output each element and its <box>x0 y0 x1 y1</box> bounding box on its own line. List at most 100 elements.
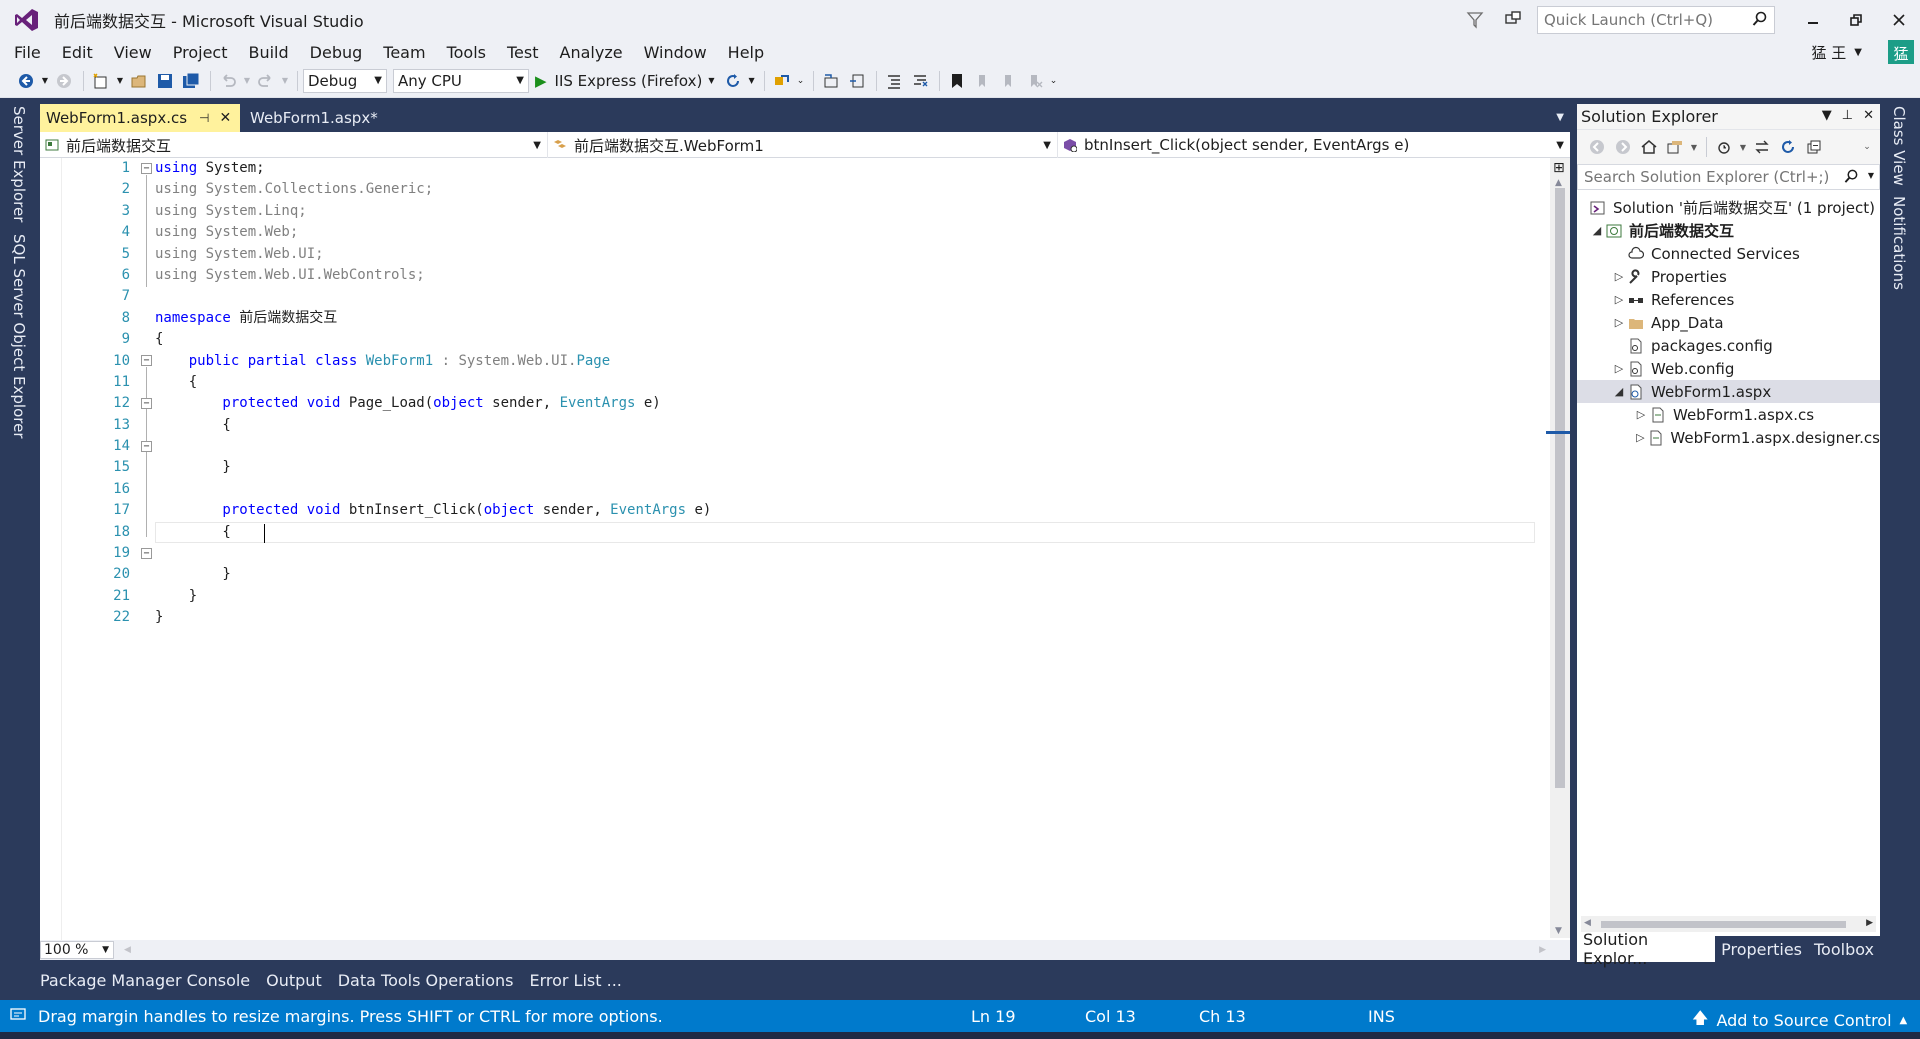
navigate-forward-icon[interactable] <box>52 69 76 93</box>
bookmark-icon[interactable] <box>945 69 969 93</box>
code-editor[interactable]: 1 2 3 4 5 6 7 8 9 10 11 12 13 14 15 16 1… <box>40 158 1570 940</box>
toolbar-overflow-icon[interactable]: ⌄ <box>1862 135 1872 159</box>
scroll-left-icon[interactable]: ◀ <box>124 945 131 955</box>
menu-project[interactable]: Project <box>165 43 236 62</box>
tab-data-tools-operations[interactable]: Data Tools Operations <box>338 971 514 990</box>
pending-changes-filter-icon[interactable] <box>1712 135 1736 159</box>
scroll-right-icon[interactable]: ▶ <box>1539 945 1546 955</box>
back-icon[interactable] <box>1585 135 1609 159</box>
chevron-down-icon[interactable]: ▼ <box>242 69 252 93</box>
menu-analyze[interactable]: Analyze <box>552 43 631 62</box>
tree-node-app-data[interactable]: ▷ App_Data <box>1577 311 1880 334</box>
collapsed-arrow-icon[interactable]: ▷ <box>1633 408 1649 421</box>
tab-solution-explorer[interactable]: Solution Explor... <box>1577 930 1716 968</box>
pin-icon[interactable]: ⊥ <box>1842 108 1853 123</box>
close-icon[interactable]: ✕ <box>220 110 232 126</box>
restore-button[interactable] <box>1834 0 1877 40</box>
pin-icon[interactable]: ⊣ <box>199 111 209 125</box>
open-file-icon[interactable] <box>127 69 151 93</box>
tab-toolbox[interactable]: Toolbox <box>1808 936 1880 962</box>
toolbar-overflow-icon[interactable]: ⌄ <box>796 69 806 93</box>
indicator-margin[interactable] <box>40 158 62 940</box>
switch-views-icon[interactable] <box>1663 135 1687 159</box>
clear-bookmarks-icon[interactable] <box>1023 69 1047 93</box>
chevron-down-icon[interactable]: ▼ <box>1868 171 1874 180</box>
expanded-arrow-icon[interactable]: ◢ <box>1589 224 1605 237</box>
menu-view[interactable]: View <box>106 43 160 62</box>
feedback-icon[interactable] <box>1499 6 1527 34</box>
next-bookmark-icon[interactable] <box>997 69 1021 93</box>
chevron-down-icon[interactable]: ▼ <box>280 69 290 93</box>
server-explorer-tab[interactable]: Server Explorer <box>10 106 28 222</box>
tree-node-properties[interactable]: ▷ Properties <box>1577 265 1880 288</box>
menu-team[interactable]: Team <box>375 43 433 62</box>
menu-test[interactable]: Test <box>499 43 547 62</box>
solution-configuration-select[interactable]: Debug ▼ <box>303 68 387 93</box>
chevron-down-icon[interactable]: ▼ <box>115 69 125 93</box>
comment-lines-icon[interactable] <box>882 69 906 93</box>
chevron-down-icon[interactable]: ▼ <box>1556 112 1564 123</box>
search-icon[interactable] <box>1752 11 1768 31</box>
collapse-region-icon[interactable]: − <box>141 163 152 174</box>
tab-output[interactable]: Output <box>266 971 322 990</box>
step-into-icon[interactable] <box>845 69 869 93</box>
redo-icon[interactable] <box>254 69 278 93</box>
tab-webform1-aspx[interactable]: WebForm1.aspx* <box>244 104 384 132</box>
previous-bookmark-icon[interactable] <box>971 69 995 93</box>
avatar[interactable]: 猛 <box>1888 40 1914 66</box>
forward-icon[interactable] <box>1611 135 1635 159</box>
notifications-tab[interactable]: Notifications <box>1890 196 1908 290</box>
tree-node-webform1-aspx[interactable]: ◢ WebForm1.aspx <box>1577 380 1880 403</box>
member-select[interactable]: btnInsert_Click(object sender, EventArgs… <box>1058 132 1570 158</box>
tree-node-connected-services[interactable]: Connected Services <box>1577 242 1880 265</box>
class-select[interactable]: 前后端数据交互.WebForm1 ▼ <box>548 132 1058 158</box>
refresh-icon[interactable] <box>1776 135 1800 159</box>
menu-debug[interactable]: Debug <box>302 43 371 62</box>
tree-node-references[interactable]: ▷ References <box>1577 288 1880 311</box>
tab-error-list[interactable]: Error List ... <box>529 971 621 990</box>
menu-tools[interactable]: Tools <box>439 43 494 62</box>
undo-icon[interactable] <box>216 69 240 93</box>
browser-link-icon[interactable] <box>770 69 794 93</box>
solution-search[interactable]: ▼ <box>1577 164 1880 190</box>
add-to-source-control-button[interactable]: 🡅 Add to Source Control ▲ <box>1692 1007 1907 1034</box>
tab-webform1-aspx-cs[interactable]: WebForm1.aspx.cs ⊣ ✕ <box>40 104 240 132</box>
sync-with-active-document-icon[interactable] <box>1750 135 1774 159</box>
scroll-down-icon[interactable]: ▼ <box>1555 926 1562 936</box>
tab-properties[interactable]: Properties <box>1715 936 1808 962</box>
scrollbar-thumb[interactable] <box>1601 921 1846 928</box>
menu-help[interactable]: Help <box>720 43 772 62</box>
tree-node-project[interactable]: ◢ 前后端数据交互 <box>1577 219 1880 242</box>
sql-server-object-explorer-tab[interactable]: SQL Server Object Explorer <box>10 234 28 439</box>
collapsed-arrow-icon[interactable]: ▷ <box>1611 362 1627 375</box>
minimize-button[interactable] <box>1791 0 1834 40</box>
start-debugging-button[interactable]: ▶ IIS Express (Firefox) ▼ <box>535 72 715 90</box>
search-icon[interactable] <box>1844 169 1859 188</box>
collapsed-arrow-icon[interactable]: ▷ <box>1611 316 1627 329</box>
refresh-icon[interactable] <box>721 69 745 93</box>
tree-node-webform1-aspx-cs[interactable]: ▷ WebForm1.aspx.cs <box>1577 403 1880 426</box>
menu-build[interactable]: Build <box>240 43 296 62</box>
collapse-region-icon[interactable]: − <box>141 548 152 559</box>
split-editor-icon[interactable]: ⊞ <box>1553 160 1565 176</box>
chevron-down-icon[interactable]: ▼ <box>708 76 714 85</box>
collapsed-arrow-icon[interactable]: ▷ <box>1611 270 1627 283</box>
quick-launch[interactable] <box>1537 6 1775 34</box>
window-position-icon[interactable]: ▼ <box>1822 108 1832 123</box>
chevron-down-icon[interactable]: ▼ <box>40 69 50 93</box>
vertical-scrollbar[interactable]: ⊞ ▲ ▼ <box>1546 158 1570 938</box>
menu-window[interactable]: Window <box>636 43 715 62</box>
tree-node-solution[interactable]: Solution '前后端数据交互' (1 project) <box>1577 196 1880 219</box>
chevron-down-icon[interactable]: ▼ <box>1689 135 1699 159</box>
zoom-select[interactable]: 100 % ▼ <box>40 941 114 959</box>
quick-launch-input[interactable] <box>1544 11 1744 29</box>
uncomment-lines-icon[interactable] <box>908 69 932 93</box>
navigate-back-icon[interactable] <box>14 69 38 93</box>
tree-node-web-config[interactable]: ▷ Web.config <box>1577 357 1880 380</box>
code-text[interactable]: using System; using System.Collections.G… <box>155 158 1555 629</box>
scroll-left-icon[interactable]: ◀ <box>1584 918 1591 928</box>
menu-edit[interactable]: Edit <box>54 43 101 62</box>
step-over-icon[interactable] <box>819 69 843 93</box>
toolbar-overflow-icon[interactable]: ⌄ <box>1049 69 1059 93</box>
collapse-region-icon[interactable]: − <box>141 398 152 409</box>
